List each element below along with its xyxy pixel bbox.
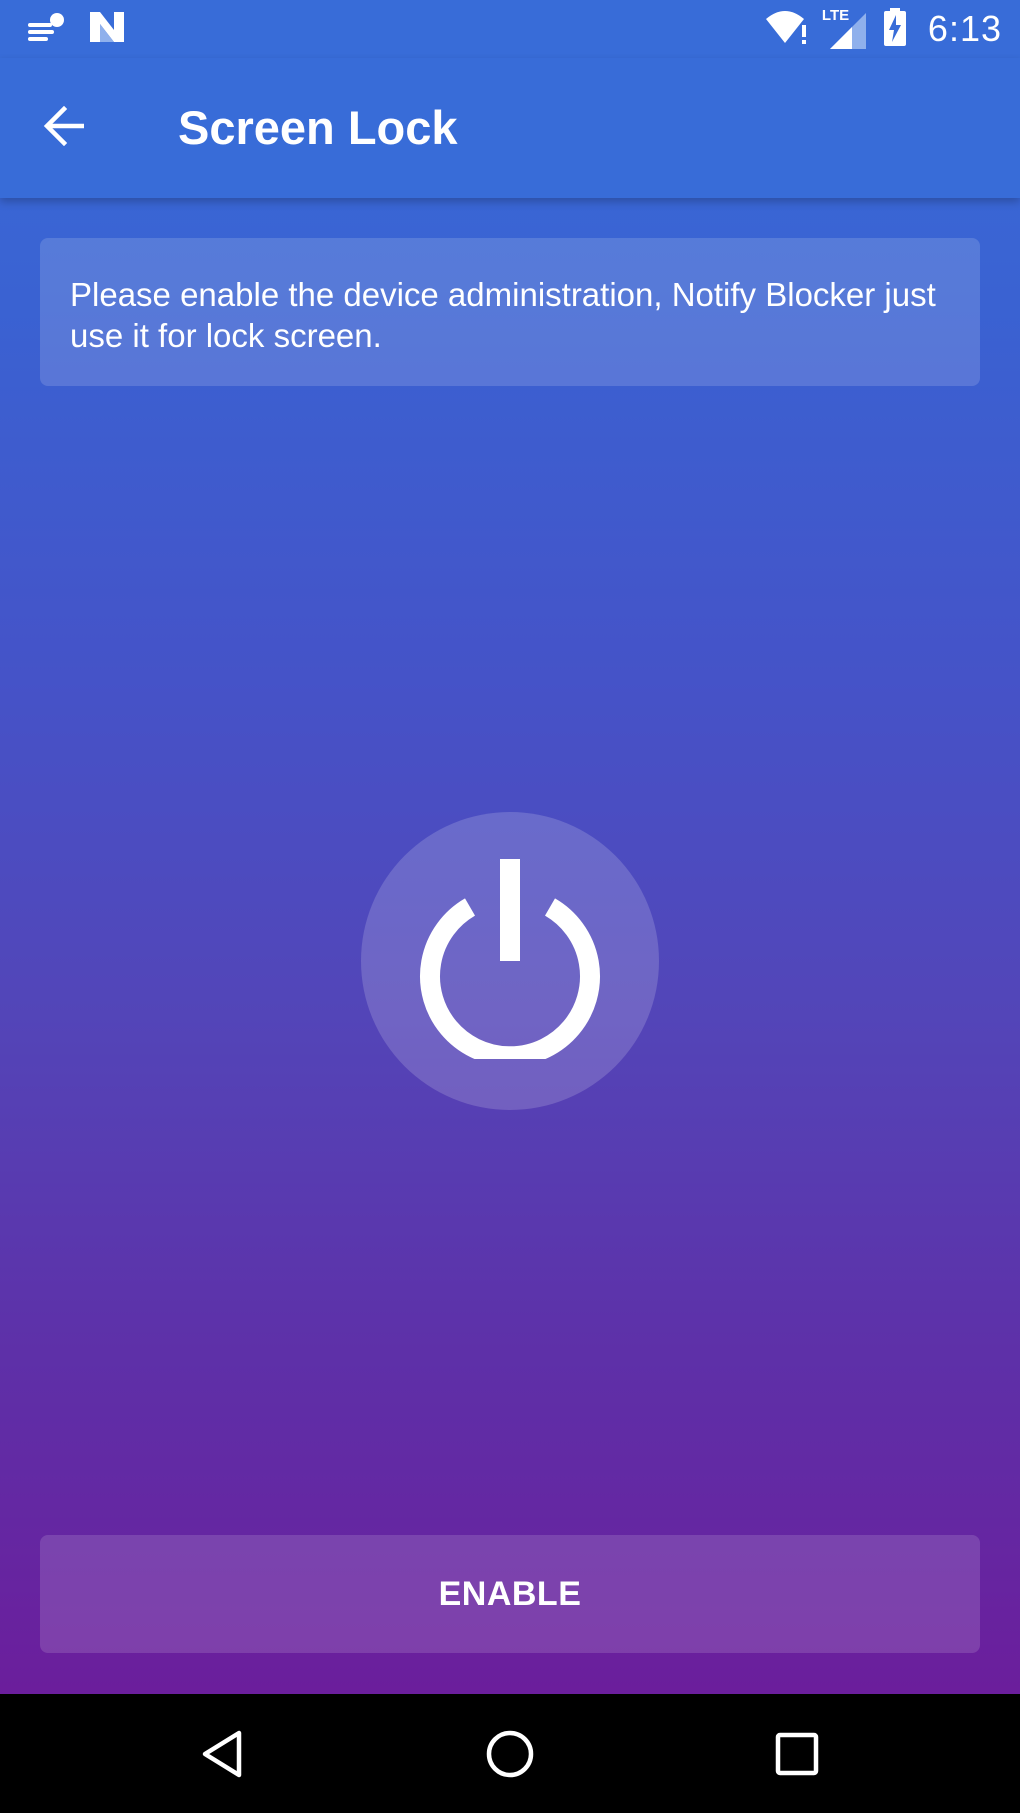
- back-button[interactable]: [32, 96, 96, 160]
- nav-recents-icon: [775, 1732, 819, 1781]
- notification-icon: [26, 11, 66, 48]
- status-right-icons: LTE 6:13: [764, 6, 1002, 52]
- power-icon: [410, 858, 610, 1066]
- app-bar: Screen Lock: [0, 58, 1020, 198]
- nav-recents-button[interactable]: [765, 1724, 829, 1788]
- nav-home-icon: [485, 1729, 535, 1784]
- screen: LTE 6:13 Screen Lock Please enable the d…: [0, 0, 1020, 1813]
- page-title: Screen Lock: [178, 101, 458, 154]
- info-text: Please enable the device administration,…: [70, 276, 936, 354]
- status-left-icons: [26, 8, 126, 50]
- battery-charging-icon: [882, 7, 908, 52]
- nav-back-icon: [199, 1729, 245, 1784]
- info-card: Please enable the device administration,…: [40, 238, 980, 386]
- n-logo-icon: [88, 10, 126, 49]
- arrow-back-icon: [42, 105, 86, 151]
- navigation-bar: [0, 1694, 1020, 1813]
- power-button-circle: [361, 812, 659, 1110]
- enable-button[interactable]: ENABLE: [40, 1535, 980, 1653]
- nav-back-button[interactable]: [190, 1724, 254, 1788]
- wifi-icon: [764, 7, 810, 52]
- signal-icon: LTE: [822, 7, 870, 51]
- status-bar: LTE 6:13: [0, 0, 1020, 58]
- nav-home-button[interactable]: [478, 1724, 542, 1788]
- status-time: 6:13: [927, 8, 1002, 49]
